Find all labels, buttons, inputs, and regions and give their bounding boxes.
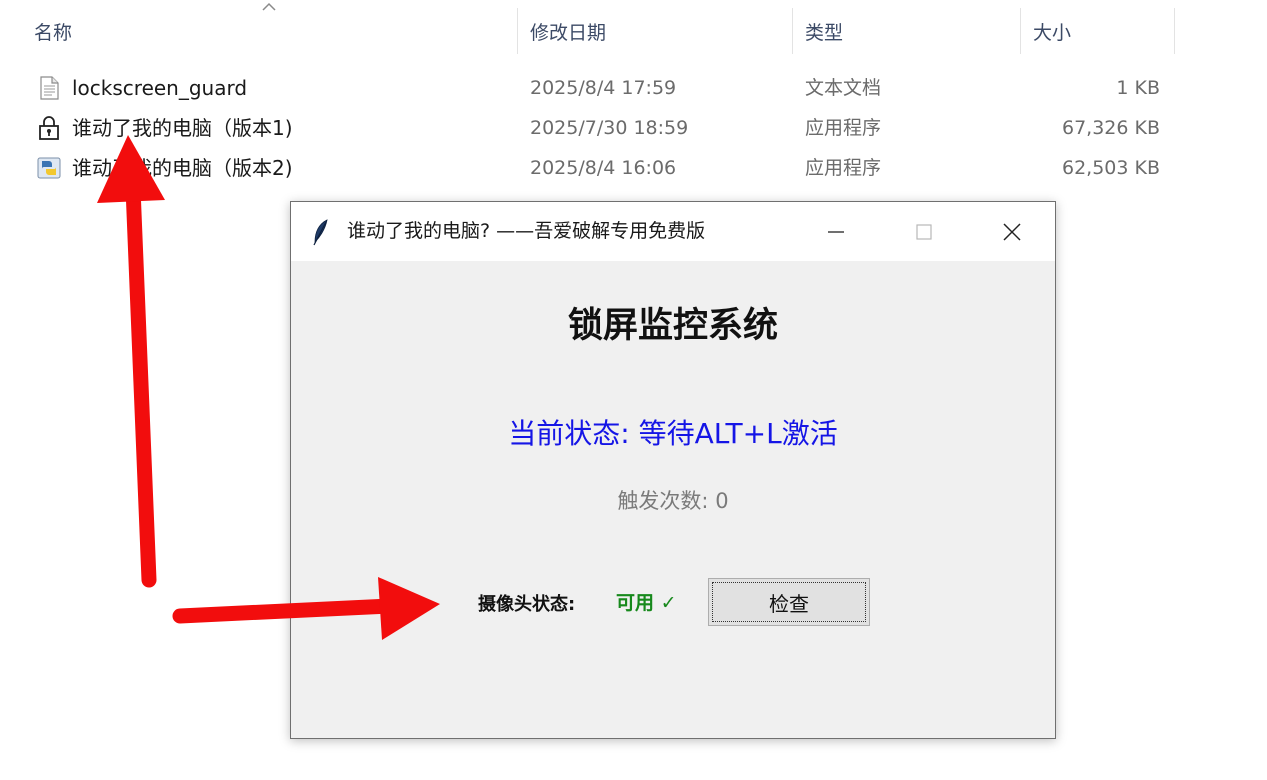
file-name: 谁动了我的电脑（版本1) <box>72 116 293 140</box>
file-type: 应用程序 <box>805 117 882 139</box>
feather-icon <box>313 219 328 246</box>
column-header-type[interactable]: 类型 <box>793 0 1020 62</box>
column-divider[interactable] <box>1174 8 1175 54</box>
file-row[interactable]: lockscreen_guard 2025/8/4 17:59 文本文档 1 K… <box>0 68 1180 108</box>
column-header-name[interactable]: 名称 <box>22 0 517 62</box>
status-text: 当前状态: 等待ALT+L激活 <box>508 417 838 450</box>
file-modified: 2025/8/4 16:06 <box>530 157 677 179</box>
app-heading: 锁屏监控系统 <box>567 306 778 346</box>
file-size: 1 KB <box>1116 77 1160 99</box>
window-titlebar[interactable]: 谁动了我的电脑? ——吾爱破解专用免费版 <box>291 202 1055 261</box>
file-type: 文本文档 <box>805 77 882 99</box>
column-header-size[interactable]: 大小 <box>1021 0 1174 62</box>
trigger-count-text: 触发次数: 0 <box>617 489 729 513</box>
file-size: 62,503 KB <box>1061 157 1160 179</box>
camera-status-value: 可用 ✓ <box>616 592 677 614</box>
window-title: 谁动了我的电脑? ——吾爱破解专用免费版 <box>347 220 706 242</box>
file-name: 谁动了我的电脑（版本2) <box>72 156 293 180</box>
column-header-modified-label: 修改日期 <box>530 21 607 44</box>
lock-app-icon <box>39 116 59 140</box>
close-icon <box>1003 222 1021 241</box>
file-type: 应用程序 <box>805 157 882 179</box>
file-row[interactable]: 谁动了我的电脑（版本1) 2025/7/30 18:59 应用程序 67,326… <box>0 108 1180 148</box>
app-window: 谁动了我的电脑? ——吾爱破解专用免费版 锁屏监控系统 当前状态: 等待ALT+… <box>290 201 1056 739</box>
minimize-button[interactable] <box>791 202 881 261</box>
column-header-type-label: 类型 <box>805 21 844 44</box>
file-row[interactable]: 谁动了我的电脑（版本2) 2025/8/4 16:06 应用程序 62,503 … <box>0 148 1180 188</box>
check-button[interactable]: 检查 <box>708 578 870 626</box>
file-modified: 2025/8/4 17:59 <box>530 77 677 99</box>
camera-status-label: 摄像头状态: <box>478 594 576 615</box>
file-modified: 2025/7/30 18:59 <box>530 117 689 139</box>
column-header-name-label: 名称 <box>34 21 73 44</box>
screen: 名称 修改日期 类型 大小 lockscreen_guard 2025/8/4 … <box>0 0 1267 780</box>
column-header-size-label: 大小 <box>1033 21 1072 44</box>
text-file-icon <box>40 76 59 100</box>
python-app-icon <box>37 157 61 179</box>
file-name: lockscreen_guard <box>72 76 248 100</box>
close-button[interactable] <box>967 202 1057 261</box>
maximize-icon <box>916 223 932 240</box>
annotation-arrow-up <box>97 135 165 588</box>
column-header-modified[interactable]: 修改日期 <box>518 0 792 62</box>
minimize-icon <box>828 230 844 233</box>
file-size: 67,326 KB <box>1061 117 1160 139</box>
maximize-button[interactable] <box>879 202 969 261</box>
